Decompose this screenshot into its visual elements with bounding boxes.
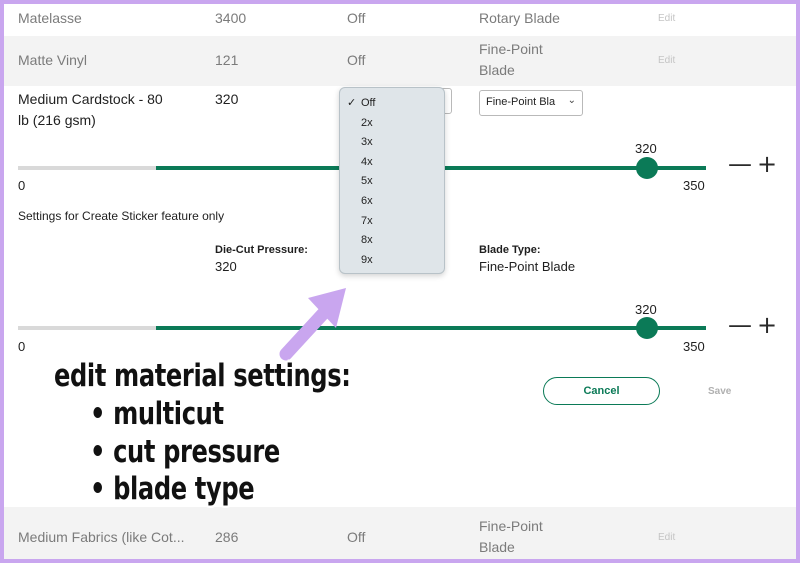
multicut-value: Off — [347, 10, 366, 26]
bullet-icon: • — [90, 396, 106, 432]
multicut-value: Off — [347, 52, 366, 68]
annotation-bullet-3: • blade type — [90, 471, 255, 507]
cut-pressure: 121 — [215, 52, 239, 68]
material-name: Matelasse — [18, 10, 82, 26]
multicut-option[interactable]: 8x — [340, 231, 444, 251]
material-settings-panel: Matelasse 3400 Off Rotary Blade Edit Mat… — [4, 4, 796, 559]
material-row-medium-fabrics[interactable]: Medium Fabrics (like Cot... 286 Off Fine… — [4, 507, 796, 559]
multicut-option[interactable]: 2x — [340, 114, 444, 134]
blade-type-line2: Blade — [479, 62, 515, 78]
annotation-title: edit material settings: — [54, 358, 351, 394]
slider-min-label: 0 — [18, 178, 26, 193]
edit-link[interactable]: Edit — [658, 532, 675, 543]
material-name-line2: lb (216 gsm) — [18, 112, 96, 128]
multicut-option[interactable]: 5x — [340, 172, 444, 192]
cancel-button[interactable]: Cancel — [543, 377, 660, 405]
multicut-value: Off — [347, 529, 366, 545]
slider-track-filled — [156, 326, 706, 330]
chevron-down-icon: ⌄ — [567, 95, 576, 106]
cut-pressure: 286 — [215, 529, 239, 545]
sticker-settings-note: Settings for Create Sticker feature only — [18, 209, 225, 223]
bullet-icon: • — [90, 434, 106, 470]
slider-value-label: 320 — [635, 302, 657, 317]
blade-type: Rotary Blade — [479, 10, 560, 26]
blade-type-select[interactable]: Fine-Point Bla ⌄ — [479, 90, 583, 116]
multicut-dropdown: ✓ Off 2x 3x 4x 5x 6x 7x 8x 9x — [339, 87, 445, 274]
annotation-arrow-icon — [279, 288, 346, 361]
slider-max-label: 350 — [683, 178, 705, 193]
multicut-option[interactable]: 7x — [340, 212, 444, 232]
material-name-line1: Medium Cardstock - 80 — [18, 91, 163, 107]
increase-button[interactable]: + — [757, 152, 777, 176]
increase-button[interactable]: + — [757, 313, 777, 337]
material-row-matelasse[interactable]: Matelasse 3400 Off Rotary Blade Edit — [4, 4, 796, 36]
blade-type-line1: Fine-Point — [479, 41, 543, 57]
slider-value-label: 320 — [635, 141, 657, 156]
blade-type-label: Blade Type: — [479, 244, 541, 256]
multicut-option[interactable]: 4x — [340, 153, 444, 173]
multicut-option[interactable]: 6x — [340, 192, 444, 212]
blade-type-value: Fine-Point Blade — [479, 259, 576, 274]
blade-type-line1: Fine-Point — [479, 518, 543, 534]
slider-thumb[interactable] — [636, 157, 658, 179]
edit-link[interactable]: Edit — [658, 13, 675, 24]
blade-type-select-value: Fine-Point Bla — [486, 96, 556, 108]
multicut-option[interactable]: 9x — [340, 251, 444, 271]
decrease-button[interactable]: — — [728, 152, 752, 176]
die-cut-pressure-label: Die-Cut Pressure: — [215, 244, 308, 256]
material-row-matte-vinyl[interactable]: Matte Vinyl 121 Off Fine-Point Blade Edi… — [4, 36, 796, 86]
slider-thumb[interactable] — [636, 317, 658, 339]
slider-track-empty — [18, 166, 158, 170]
die-cut-pressure-value: 320 — [215, 259, 237, 274]
multicut-option[interactable]: 3x — [340, 133, 444, 153]
decrease-button[interactable]: — — [728, 313, 752, 337]
blade-type-line2: Blade — [479, 539, 515, 555]
cut-pressure-value: 320 — [215, 91, 239, 107]
cut-pressure: 3400 — [215, 10, 247, 26]
annotation-bullet-2: • cut pressure — [90, 434, 280, 470]
edit-link[interactable]: Edit — [658, 55, 675, 66]
slider-max-label: 350 — [683, 339, 705, 354]
save-button[interactable]: Save — [708, 386, 731, 397]
multicut-option[interactable]: ✓ Off — [340, 94, 444, 114]
slider-min-label: 0 — [18, 339, 26, 354]
slider-track-empty — [18, 326, 158, 330]
annotation-bullet-1: • multicut — [90, 396, 224, 432]
checkmark-icon: ✓ — [347, 97, 357, 109]
material-name: Medium Fabrics (like Cot... — [18, 529, 185, 545]
material-name: Matte Vinyl — [18, 52, 87, 68]
bullet-icon: • — [90, 471, 106, 507]
